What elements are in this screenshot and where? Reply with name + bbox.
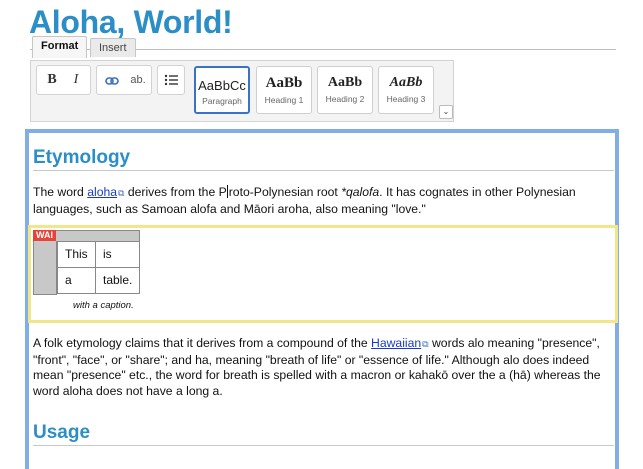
italic-text: *qalofa: [341, 185, 380, 199]
style-sample: AaBb: [265, 75, 303, 91]
text-style-group: B I: [36, 65, 91, 95]
style-paragraph[interactable]: AaBbCc Paragraph: [194, 66, 250, 114]
link-hawaiian[interactable]: Hawaiian: [371, 336, 421, 350]
style-sample: AaBbCc: [198, 78, 246, 93]
tab-format[interactable]: Format: [32, 36, 88, 58]
paragraph-etymology: The word aloha⧉ derives from the Proto-P…: [33, 185, 611, 217]
double-chevron-down-icon[interactable]: ⌄: [439, 105, 453, 119]
list-icon[interactable]: [158, 66, 184, 94]
wai-badge[interactable]: WAI: [33, 230, 56, 241]
style-name: Heading 3: [386, 94, 426, 104]
link-aloha[interactable]: aloha: [87, 185, 117, 199]
style-heading-1[interactable]: AaBb Heading 1: [256, 66, 312, 114]
table-cell[interactable]: a: [57, 267, 96, 294]
table-row-selector[interactable]: [33, 241, 57, 295]
table-cell[interactable]: is: [95, 241, 140, 268]
link-icon[interactable]: [99, 66, 125, 94]
editable-area[interactable]: Etymology The word aloha⧉ derives from t…: [25, 129, 619, 469]
table-caption: with a caption.: [73, 300, 134, 311]
style-name: Heading 2: [325, 94, 365, 104]
list-group: [157, 65, 185, 95]
table-container[interactable]: WAI This is a table. with a caption.: [28, 225, 618, 323]
style-name: Heading 1: [264, 95, 304, 105]
heading-etymology: Etymology: [33, 147, 131, 168]
format-toolbar: B I ab. AaBbCc Paragraph AaBb Heading 1 …: [30, 60, 454, 122]
bold-button[interactable]: B: [39, 66, 65, 94]
link-group: ab.: [96, 65, 152, 95]
style-name: Paragraph: [202, 96, 242, 106]
tab-insert[interactable]: Insert: [90, 38, 136, 57]
style-heading-3[interactable]: AaBb Heading 3: [378, 66, 434, 114]
heading-rule: [33, 170, 614, 171]
text-span: A folk etymology claims that it derives …: [33, 336, 372, 350]
text-span: derives from the P: [124, 185, 227, 199]
italic-button[interactable]: I: [63, 66, 89, 94]
heading-rule: [33, 445, 614, 446]
toolbar-tabs: Format Insert: [30, 36, 616, 60]
text-span: roto-Polynesian root: [228, 185, 342, 199]
table-cell[interactable]: table.: [95, 267, 140, 294]
paragraph-folk-etymology: A folk etymology claims that it derives …: [33, 336, 611, 399]
unlink-button[interactable]: ab.: [125, 66, 151, 94]
text-span: The word: [33, 185, 88, 199]
style-heading-2[interactable]: AaBb Heading 2: [317, 66, 373, 114]
heading-usage: Usage: [33, 422, 91, 443]
table-cell[interactable]: This: [57, 241, 96, 268]
style-sample: AaBb: [327, 75, 363, 90]
style-sample: AaBb: [389, 75, 423, 90]
